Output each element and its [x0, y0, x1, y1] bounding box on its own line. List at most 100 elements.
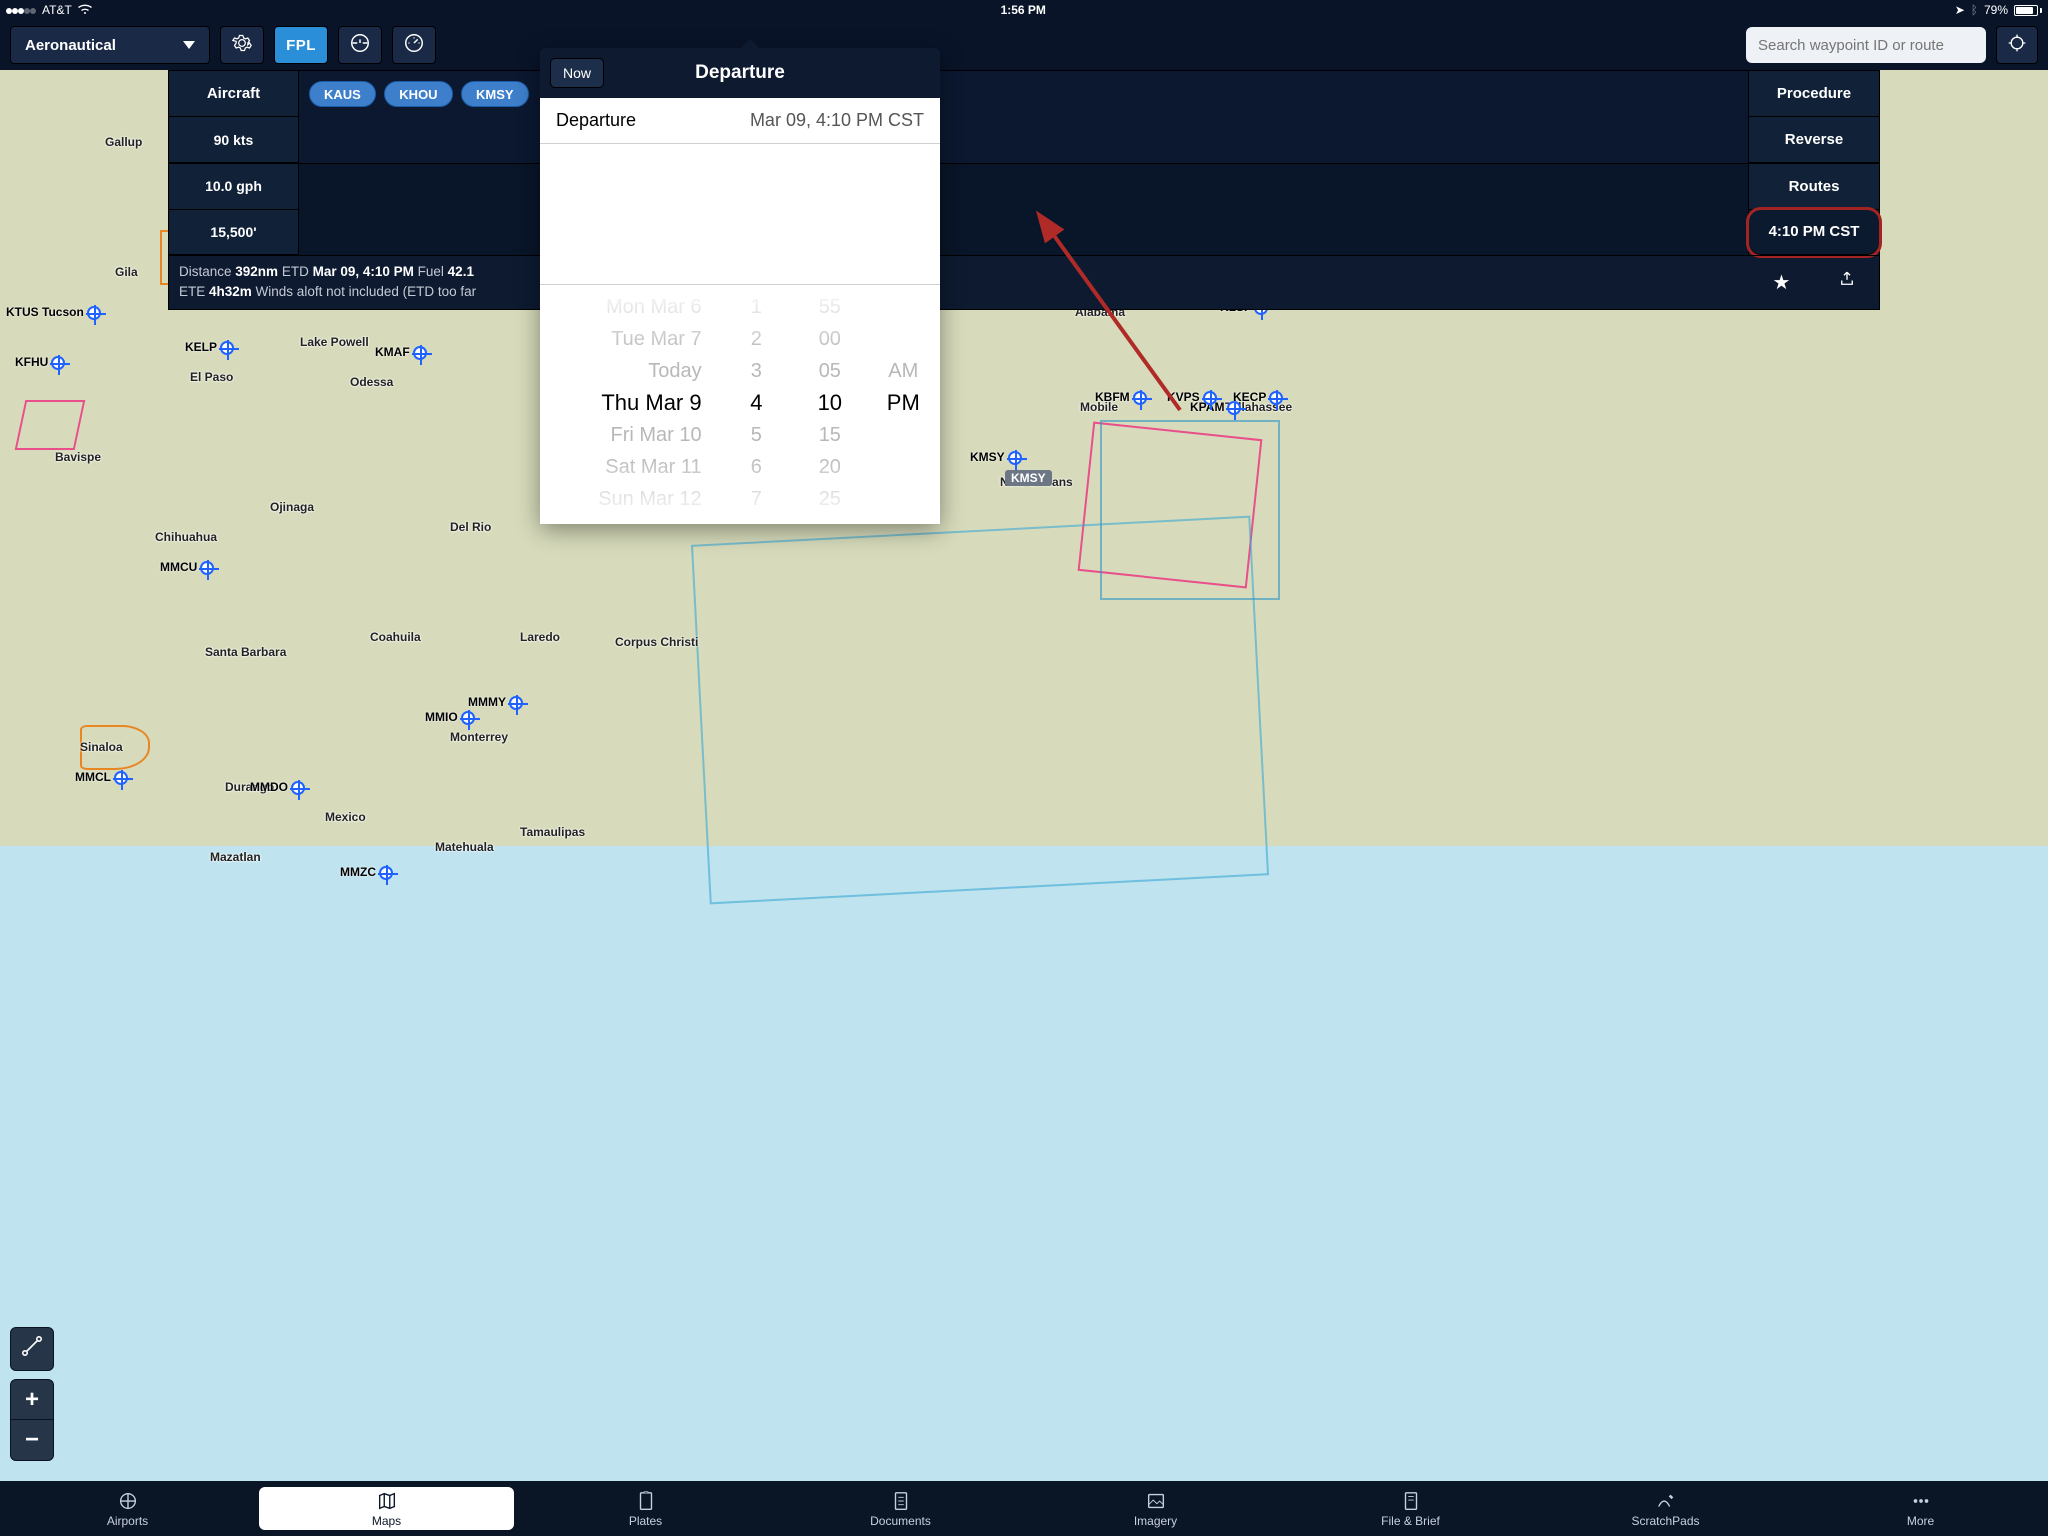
status-bar: AT&T 1:56 PM ➤ ᛒ 79%	[0, 0, 2048, 20]
carrier-label: AT&T	[42, 3, 72, 17]
departure-summary-value: Mar 09, 4:10 PM CST	[750, 110, 924, 131]
zoom-out-button[interactable]: −	[11, 1420, 53, 1460]
airport-label[interactable]: KVPS	[1167, 390, 1217, 405]
departure-summary-row[interactable]: Departure Mar 09, 4:10 PM CST	[540, 98, 940, 144]
picker-item[interactable]: 25	[819, 483, 841, 515]
procedure-button[interactable]: Procedure	[1749, 71, 1879, 117]
search-field[interactable]	[1746, 27, 1986, 63]
picker-item[interactable]: 4	[750, 387, 762, 419]
param-aircraft[interactable]: Aircraft	[169, 71, 298, 117]
picker-item[interactable]: 1	[751, 291, 762, 323]
picker-item[interactable]: Sun Mar 12	[598, 483, 701, 515]
picker-item[interactable]: Fri Mar 10	[610, 419, 701, 451]
city-label: Tamaulipas	[520, 825, 585, 839]
share-button[interactable]	[1814, 256, 1879, 309]
waypoint-chip[interactable]: KHOU	[384, 81, 452, 107]
map-layer-select[interactable]: Aeronautical	[10, 26, 210, 64]
airport-label[interactable]: MMDO	[250, 780, 305, 795]
battery-icon	[2014, 5, 2042, 16]
picker-item[interactable]: Sat Mar 11	[605, 451, 701, 483]
airport-label[interactable]: MMCU	[160, 560, 214, 575]
airport-label[interactable]: MMIO	[425, 710, 475, 725]
picker-item[interactable]: 5	[751, 419, 762, 451]
picker-item[interactable]: 05	[819, 355, 841, 387]
picker-item[interactable]: AM	[888, 355, 918, 387]
waypoint-chip[interactable]: KAUS	[309, 81, 376, 107]
picker-hour-column[interactable]: 1234567	[720, 285, 793, 524]
picker-ampm-column[interactable]: AMPM	[867, 285, 940, 524]
waypoint-marker-kmsy[interactable]: KMSY	[1005, 470, 1052, 486]
flightplan-stats: Distance 392nm ETD Mar 09, 4:10 PM Fuel …	[169, 256, 1749, 309]
picker-item[interactable]: 10	[818, 387, 842, 419]
param-altitude[interactable]: 15,500'	[169, 210, 298, 256]
location-arrow-icon: ➤	[1955, 3, 1965, 17]
airport-label[interactable]: KMSY	[970, 450, 1022, 465]
picker-item[interactable]: 55	[819, 291, 841, 323]
picker-item[interactable]: PM	[887, 387, 920, 419]
tab-maps[interactable]: Maps	[259, 1487, 514, 1530]
flight-plan-button[interactable]: FPL	[274, 26, 328, 64]
airport-label[interactable]: KECP	[1233, 390, 1283, 405]
routes-button[interactable]: Routes	[1749, 164, 1879, 210]
param-fuelburn[interactable]: 10.0 gph	[169, 164, 298, 210]
tab-airports[interactable]: Airports	[0, 1481, 255, 1536]
search-input[interactable]	[1746, 27, 1986, 63]
attitude-button[interactable]	[338, 26, 382, 64]
locate-button[interactable]	[1996, 26, 2038, 64]
picker-date-column[interactable]: Mon Mar 6Tue Mar 7TodayThu Mar 9Fri Mar …	[540, 285, 720, 524]
picker-item[interactable]: Thu Mar 9	[601, 387, 701, 419]
airport-label[interactable]: KFHU	[15, 355, 65, 370]
picker-item[interactable]: 15	[819, 419, 841, 451]
tab-more[interactable]: More	[1793, 1481, 2048, 1536]
airport-label[interactable]: MMCL	[75, 770, 128, 785]
tab-label: Airports	[107, 1514, 148, 1528]
picker-item[interactable]: Mon Mar 6	[606, 291, 702, 323]
picker-item[interactable]: 00	[819, 323, 841, 355]
picker-minute-column[interactable]: 55000510152025	[793, 285, 866, 524]
city-label: Sinaloa	[80, 740, 123, 754]
fpl-label: FPL	[286, 37, 316, 54]
tab-documents[interactable]: Documents	[773, 1481, 1028, 1536]
crosshair-icon	[2007, 33, 2027, 57]
city-label: Chihuahua	[155, 530, 217, 544]
ruler-button[interactable]	[10, 1327, 54, 1371]
airport-label[interactable]: MMZC	[340, 865, 393, 880]
attitude-icon	[349, 32, 371, 58]
route-editor[interactable]: KAUS KHOU KMSY	[299, 71, 1749, 163]
picker-item[interactable]: 6	[751, 451, 762, 483]
picker-item[interactable]: 20	[819, 451, 841, 483]
favorite-button[interactable]: ★	[1749, 256, 1814, 309]
waypoint-chip[interactable]: KMSY	[461, 81, 529, 107]
city-label: Santa Barbara	[205, 645, 286, 659]
gauge-icon	[403, 32, 425, 58]
airport-label[interactable]: MMMY	[468, 695, 523, 710]
now-button[interactable]: Now	[550, 58, 604, 88]
picker-item[interactable]: Today	[648, 355, 701, 387]
city-label: Ojinaga	[270, 500, 314, 514]
zoom-in-button[interactable]: +	[11, 1380, 53, 1420]
airport-label[interactable]: KBFM	[1095, 390, 1147, 405]
datetime-picker[interactable]: Mon Mar 6Tue Mar 7TodayThu Mar 9Fri Mar …	[540, 284, 940, 524]
settings-gear-button[interactable]	[220, 26, 264, 64]
etd-button[interactable]: 4:10 PM CST	[1749, 210, 1879, 256]
tab-plates[interactable]: Plates	[518, 1481, 773, 1536]
gauge-button[interactable]	[392, 26, 436, 64]
airport-label[interactable]: KELP	[185, 340, 234, 355]
battery-pct: 79%	[1984, 3, 2008, 17]
airport-label[interactable]: KTUS Tucson	[6, 305, 101, 320]
flight-plan-panel: Aircraft 90 kts KAUS KHOU KMSY Procedure…	[168, 70, 1880, 310]
city-label: Mexico	[325, 810, 366, 824]
city-label: Laredo	[520, 630, 560, 644]
tab-scratchpads[interactable]: ScratchPads	[1538, 1481, 1793, 1536]
star-icon: ★	[1773, 270, 1791, 295]
popover-title: Departure	[695, 62, 785, 84]
airport-label[interactable]: KMAF	[375, 345, 427, 360]
param-speed[interactable]: 90 kts	[169, 117, 298, 163]
reverse-button[interactable]: Reverse	[1749, 117, 1879, 163]
picker-item[interactable]: 2	[751, 323, 762, 355]
picker-item[interactable]: 3	[751, 355, 762, 387]
tab-imagery[interactable]: Imagery	[1028, 1481, 1283, 1536]
picker-item[interactable]: Tue Mar 7	[611, 323, 701, 355]
tab-file-brief[interactable]: File & Brief	[1283, 1481, 1538, 1536]
picker-item[interactable]: 7	[751, 483, 762, 515]
